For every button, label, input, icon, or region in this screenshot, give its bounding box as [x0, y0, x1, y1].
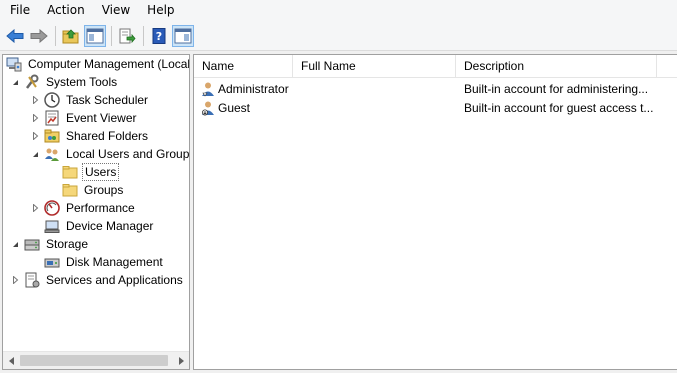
collapsed-arrow-icon[interactable] — [30, 91, 41, 109]
details-pane: Name Full Name Description Administrator… — [193, 54, 677, 370]
services-icon — [24, 272, 40, 288]
tree-item-label: Device Manager — [66, 219, 154, 233]
user-disabled-icon — [200, 100, 216, 116]
help-icon: ? — [152, 27, 166, 44]
user-description: Built-in account for guest access t... — [464, 100, 654, 115]
name-cell: Guest — [194, 100, 293, 116]
tree-item-services-and-applications[interactable]: Services and Applications — [10, 271, 185, 289]
scroll-right-button[interactable] — [172, 352, 189, 369]
clock-icon — [44, 92, 60, 108]
toolbar-separator — [143, 25, 144, 46]
show-hide-action-pane-button[interactable] — [172, 24, 194, 47]
performance-icon — [44, 200, 60, 216]
tree-item-system-tools[interactable]: System Tools — [10, 73, 119, 91]
computer-management-icon — [6, 56, 22, 72]
menu-help[interactable]: Help — [138, 0, 182, 21]
console-tree: Computer Management (Local System Tools … — [3, 55, 189, 351]
tree-item-local-users-and-groups[interactable]: Local Users and Groups — [30, 145, 190, 163]
tree-item-label: Groups — [84, 183, 124, 197]
tree-item-label: System Tools — [46, 75, 118, 89]
back-button[interactable] — [4, 25, 26, 47]
expanded-arrow-icon[interactable] — [30, 145, 41, 163]
list-header: Name Full Name Description — [194, 55, 677, 78]
tree-item-task-scheduler[interactable]: Task Scheduler — [30, 91, 150, 109]
tree-item-performance[interactable]: Performance — [30, 199, 137, 217]
tree-item-disk-management[interactable]: Disk Management — [44, 253, 165, 271]
event-viewer-icon — [44, 110, 60, 126]
tree-item-label: Local Users and Groups — [66, 147, 190, 161]
menu-view[interactable]: View — [93, 0, 138, 21]
console-tree-icon — [86, 28, 104, 43]
tree-item-label: Event Viewer — [66, 111, 137, 125]
user-icon — [200, 81, 216, 97]
tree-item-groups[interactable]: Groups — [62, 181, 125, 199]
tree-item-shared-folders[interactable]: Shared Folders — [30, 127, 150, 145]
tree-item-label: Services and Applications — [46, 273, 183, 287]
folder-icon — [62, 182, 78, 198]
device-manager-icon — [44, 218, 60, 234]
tree-item-label: Performance — [66, 201, 135, 215]
up-one-level-button[interactable] — [60, 25, 82, 47]
shared-folder-icon — [44, 128, 60, 144]
forward-arrow-icon — [30, 28, 48, 43]
user-name: Guest — [218, 100, 251, 115]
storage-icon — [24, 236, 40, 252]
list-item-guest[interactable]: Guest Built-in account for guest access … — [194, 98, 677, 117]
scrollbar-thumb[interactable] — [20, 355, 168, 366]
tree-item-label: Shared Folders — [66, 129, 149, 143]
scroll-left-button[interactable] — [3, 352, 20, 369]
tree-item-computer-management[interactable]: Computer Management (Local — [6, 55, 190, 73]
menu-file[interactable]: File — [0, 0, 38, 21]
list-item-administrator[interactable]: Administrator Built-in account for admin… — [194, 79, 677, 98]
toolbar-separator — [55, 25, 56, 46]
name-cell: Administrator — [194, 81, 293, 97]
back-arrow-icon — [6, 28, 24, 43]
chevron-left-icon — [8, 356, 14, 365]
show-hide-console-tree-button[interactable] — [84, 24, 106, 47]
collapsed-arrow-icon[interactable] — [30, 199, 41, 217]
toolbar: ? — [0, 21, 677, 51]
chevron-right-icon — [178, 356, 184, 365]
expanded-arrow-icon[interactable] — [10, 235, 21, 253]
export-list-icon — [119, 28, 136, 43]
tree-item-device-manager[interactable]: Device Manager — [44, 217, 155, 235]
up-folder-icon — [62, 28, 79, 43]
action-pane-icon — [174, 28, 192, 43]
tree-item-label: Task Scheduler — [66, 93, 149, 107]
column-header-description[interactable]: Description — [456, 55, 657, 78]
users-group-icon — [44, 146, 60, 162]
tree-item-label: Disk Management — [66, 255, 163, 269]
tree-item-users[interactable]: Users — [62, 163, 120, 181]
collapsed-arrow-icon[interactable] — [30, 109, 41, 127]
tree-item-label: Users — [82, 163, 120, 181]
tree-item-storage[interactable]: Storage — [10, 235, 90, 253]
tree-item-label: Storage — [46, 237, 89, 251]
tree-item-event-viewer[interactable]: Event Viewer — [30, 109, 138, 127]
system-tools-icon — [24, 74, 40, 90]
console-tree-pane: Computer Management (Local System Tools … — [2, 54, 190, 370]
menu-bar: File Action View Help — [0, 0, 677, 21]
collapsed-arrow-icon[interactable] — [30, 127, 41, 145]
user-name: Administrator — [218, 81, 289, 96]
export-list-button[interactable] — [116, 25, 138, 47]
column-header-full-name[interactable]: Full Name — [293, 55, 456, 78]
menu-action[interactable]: Action — [38, 0, 93, 21]
expanded-arrow-icon[interactable] — [10, 73, 21, 91]
tree-horizontal-scrollbar[interactable] — [3, 351, 189, 369]
help-button[interactable]: ? — [148, 25, 170, 47]
forward-button[interactable] — [28, 25, 50, 47]
collapsed-arrow-icon[interactable] — [10, 271, 21, 289]
column-header-name[interactable]: Name — [194, 55, 293, 78]
user-description: Built-in account for administering... — [464, 81, 649, 96]
svg-text:?: ? — [156, 30, 162, 43]
tree-item-label: Computer Management (Local — [28, 57, 190, 71]
disk-management-icon — [44, 254, 60, 270]
toolbar-separator — [111, 25, 112, 46]
folder-icon — [62, 164, 78, 180]
